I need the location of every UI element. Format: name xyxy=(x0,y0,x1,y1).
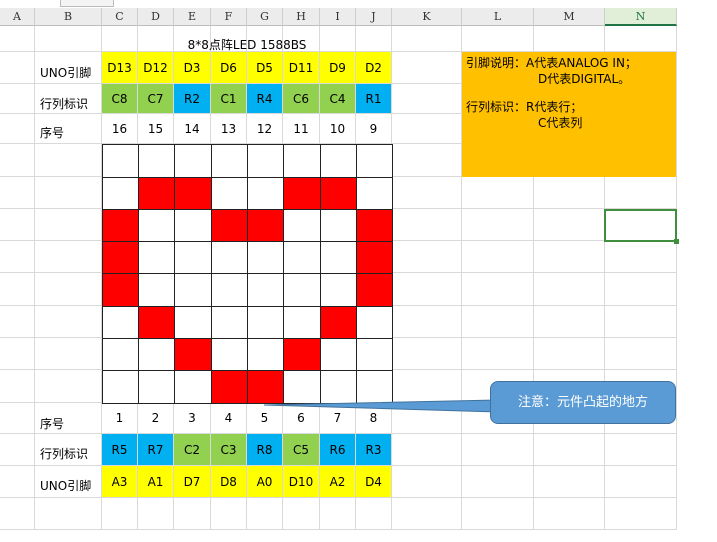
callout-pointer xyxy=(263,399,498,413)
callout-note[interactable]: 注意：元件凸起的地方 xyxy=(490,381,676,424)
spreadsheet: ABCDEFGHIJKLMN 8*8点阵LED 1588BS UNO引脚 行列标… xyxy=(0,0,717,542)
